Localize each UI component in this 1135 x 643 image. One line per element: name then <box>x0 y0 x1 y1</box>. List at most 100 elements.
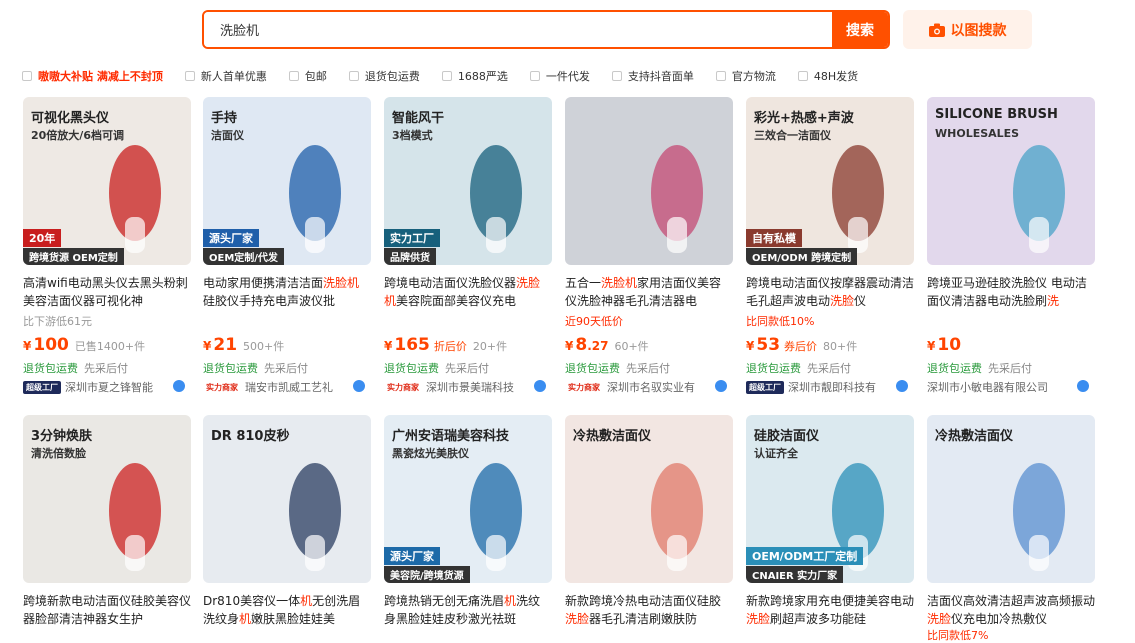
filter-option[interactable]: 1688严选 <box>441 68 508 84</box>
product-thumbnail[interactable]: 冷热敷洁面仪 <box>565 415 733 583</box>
filter-checkbox[interactable] <box>611 71 622 81</box>
product-title[interactable]: 新款跨境冷热电动洁面仪硅胶洗脸器毛孔清洁刷嫩肤防 <box>565 592 733 628</box>
price: 10 <box>937 335 962 355</box>
title-text: 高清wifi电动黑头仪去黑头粉刺美容洁面仪器可视化神 <box>23 276 188 308</box>
sold-count: 500+件 <box>243 340 285 353</box>
image-caption: 实力工厂 <box>384 229 440 247</box>
product-title[interactable]: 跨境亚马逊硅胶洗脸仪 电动洁面仪清洁器电动洗脸刷洗 <box>927 274 1095 310</box>
product-card[interactable]: 彩光+热感+声波 三效合一洁面仪 自有私模 OEM/ODM 跨境定制跨境电动洁面仪按摩… <box>746 97 914 395</box>
title-text: 跨境亚马逊硅胶洗脸仪 电动洁面仪清洁器电动洗脸刷 <box>927 276 1087 308</box>
filter-option[interactable]: 嗷嗷大补贴 满减上不封顶 <box>22 68 163 84</box>
shop-name[interactable]: 深圳市景美瑞科技 <box>426 379 514 395</box>
product-thumbnail[interactable]: 智能风干 3档模式 实力工厂 品牌供货 <box>384 97 552 265</box>
product-title[interactable]: 高清wifi电动黑头仪去黑头粉刺美容洁面仪器可视化神 <box>23 274 191 310</box>
title-text: 新款跨境家用充电便捷美容电动 <box>746 594 914 608</box>
image-caption: OEM/ODM 跨境定制 <box>746 248 858 265</box>
product-image <box>1013 145 1065 253</box>
filter-option[interactable]: 退货包运费 <box>348 68 420 84</box>
product-title[interactable]: 跨境热销无创无痛洗眉机洗纹身黑脸娃娃皮秒激光祛斑 <box>384 592 552 628</box>
shop-name[interactable]: 深圳市靓即科技有 <box>788 379 876 395</box>
product-thumbnail[interactable]: 广州安语瑞美容科技 黑瓷炫光美肤仪 源头厂家 美容院/跨境货源 <box>384 415 552 583</box>
title-keyword: 洗脸 <box>927 612 952 626</box>
product-title[interactable]: 跨境电动洁面仪洗脸仪器洗脸机美容院面部美容仪充电 <box>384 274 552 310</box>
image-search-button[interactable]: 以图搜款 <box>903 10 1032 49</box>
service-row: 退货包运费 先采后付 <box>203 360 371 376</box>
product-thumbnail[interactable]: SILICONE BRUSH WHOLESALES <box>927 97 1095 265</box>
free-return-label: 退货包运费 <box>23 362 78 375</box>
shop-name[interactable]: 深圳市小敏电器有限公司 <box>927 379 1047 395</box>
image-caption: 自有私模 <box>746 229 802 247</box>
filter-option[interactable]: 新人首单优惠 <box>184 68 267 84</box>
chat-icon[interactable] <box>896 380 908 392</box>
product-thumbnail[interactable]: 可视化黑头仪 20倍放大/6档可调 20年 跨境货源 OEM定制 <box>23 97 191 265</box>
product-title[interactable]: 新款跨境家用充电便捷美容电动洗脸刷超声波多功能硅 <box>746 592 914 628</box>
chat-icon[interactable] <box>353 380 365 392</box>
product-thumbnail[interactable] <box>565 97 733 265</box>
product-card[interactable]: SILICONE BRUSH WHOLESALES 跨境亚马逊硅胶洗脸仪 电动洁面仪… <box>927 97 1095 395</box>
currency-symbol: ¥ <box>746 339 755 353</box>
filter-checkbox[interactable] <box>715 71 726 81</box>
filter-option[interactable]: 官方物流 <box>715 68 776 84</box>
image-caption: 冷热敷洁面仪 <box>573 429 652 444</box>
chat-icon[interactable] <box>534 380 546 392</box>
shop-name[interactable]: 深圳市夏之锋智能 <box>65 379 153 395</box>
price: 100 <box>33 335 69 355</box>
title-text: 电动家用便携清洁洁面 <box>203 276 324 290</box>
filter-checkbox[interactable] <box>22 71 32 81</box>
shop-name[interactable]: 深圳市名驭实业有 <box>607 379 695 395</box>
product-thumbnail[interactable]: 硅胶洁面仪 认证齐全 OEM/ODM工厂定制 CNAIER 实力厂家 <box>746 415 914 583</box>
product-title[interactable]: 洁面仪高效清洁超声波高频振动洗脸仪充电加冷热敷仪 <box>927 592 1095 628</box>
chat-icon[interactable] <box>173 380 185 392</box>
product-card[interactable]: 手持 洁面仪 源头厂家 OEM定制/代发电动家用便携清洁洁面洗脸机硅胶仪手持充电声波仪… <box>203 97 371 395</box>
title-keyword: 机 <box>504 594 517 608</box>
image-caption: 源头厂家 <box>203 229 259 247</box>
filter-checkbox[interactable] <box>288 71 299 81</box>
product-thumbnail[interactable]: 冷热敷洁面仪 <box>927 415 1095 583</box>
filter-checkbox[interactable] <box>797 71 808 81</box>
image-caption: WHOLESALES <box>935 127 1020 140</box>
title-text: 美容院面部美容仪充电 <box>396 294 517 308</box>
price-note: 近90天低价 <box>565 315 623 328</box>
image-caption: 智能风干 <box>392 111 445 126</box>
title-text: 跨境热销无创无痛洗眉 <box>384 594 505 608</box>
chat-icon[interactable] <box>715 380 727 392</box>
product-card[interactable]: 广州安语瑞美容科技 黑瓷炫光美肤仪 源头厂家 美容院/跨境货源跨境热销无创无痛洗眉机洗… <box>384 415 552 628</box>
product-card[interactable]: 智能风干 3档模式 实力工厂 品牌供货跨境电动洁面仪洗脸仪器洗脸机美容院面部美容仪充电… <box>384 97 552 395</box>
image-caption: OEM定制/代发 <box>203 248 284 265</box>
chat-icon[interactable] <box>1077 380 1089 392</box>
filter-checkbox[interactable] <box>441 71 452 81</box>
title-text: 嫩肤黑脸娃娃美 <box>251 612 336 626</box>
filter-option[interactable]: 支持抖音面单 <box>611 68 694 84</box>
product-title[interactable]: 跨境新款电动洁面仪硅胶美容仪器脸部清洁神器女生护 <box>23 592 191 628</box>
image-caption: 20倍放大/6档可调 <box>31 129 124 142</box>
product-card[interactable]: 冷热敷洁面仪 洁面仪高效清洁超声波高频振动洗脸仪充电加冷热敷仪 比同款低7% <box>927 415 1095 643</box>
product-thumbnail[interactable]: 手持 洁面仪 源头厂家 OEM定制/代发 <box>203 97 371 265</box>
product-card[interactable]: 五合一洗脸机家用洁面仪美容仪洗脸神器毛孔清洁器电 近90天低价 ¥8.27 60+件退… <box>565 97 733 395</box>
filter-option[interactable]: 一件代发 <box>529 68 590 84</box>
product-title[interactable]: Dr810美容仪一体机无创洗眉洗纹身机嫩肤黑脸娃娃美 <box>203 592 371 628</box>
search-button[interactable]: 搜索 <box>832 12 888 47</box>
product-card[interactable]: DR 810皮秒 Dr810美容仪一体机无创洗眉洗纹身机嫩肤黑脸娃娃美 <box>203 415 371 628</box>
free-return-label: 退货包运费 <box>565 362 620 375</box>
product-thumbnail[interactable]: 彩光+热感+声波 三效合一洁面仪 自有私模 OEM/ODM 跨境定制 <box>746 97 914 265</box>
product-card[interactable]: 可视化黑头仪 20倍放大/6档可调 20年 跨境货源 OEM定制高清wifi电动黑头仪… <box>23 97 191 395</box>
filter-option[interactable]: 包邮 <box>288 68 327 84</box>
filter-checkbox[interactable] <box>184 71 195 81</box>
image-caption: 清洗倍数脸 <box>31 447 86 460</box>
product-card[interactable]: 冷热敷洁面仪新款跨境冷热电动洁面仪硅胶洗脸器毛孔清洁刷嫩肤防 <box>565 415 733 628</box>
filter-checkbox[interactable] <box>348 71 359 81</box>
product-card[interactable]: 硅胶洁面仪 认证齐全 OEM/ODM工厂定制 CNAIER 实力厂家新款跨境家用充电便… <box>746 415 914 628</box>
product-thumbnail[interactable]: DR 810皮秒 <box>203 415 371 583</box>
filter-option[interactable]: 48H发货 <box>797 68 858 84</box>
product-thumbnail[interactable]: 3分钟焕肤 清洗倍数脸 <box>23 415 191 583</box>
product-card[interactable]: 3分钟焕肤 清洗倍数脸跨境新款电动洁面仪硅胶美容仪器脸部清洁神器女生护 <box>23 415 191 628</box>
shop-name[interactable]: 瑞安市凯威工艺礼 <box>245 379 333 395</box>
search-input[interactable] <box>204 12 832 47</box>
filter-checkbox[interactable] <box>529 71 540 81</box>
sold-count: 已售1400+件 <box>74 340 146 353</box>
product-title[interactable]: 跨境电动洁面仪按摩器震动清洁毛孔超声波电动洗脸仪 <box>746 274 914 310</box>
image-caption: 彩光+热感+声波 <box>754 111 854 126</box>
product-title[interactable]: 电动家用便携清洁洁面洗脸机硅胶仪手持充电声波仪批 <box>203 274 371 310</box>
product-title[interactable]: 五合一洗脸机家用洁面仪美容仪洗脸神器毛孔清洁器电 <box>565 274 733 310</box>
pay-later-label: 先采后付 <box>264 362 308 375</box>
